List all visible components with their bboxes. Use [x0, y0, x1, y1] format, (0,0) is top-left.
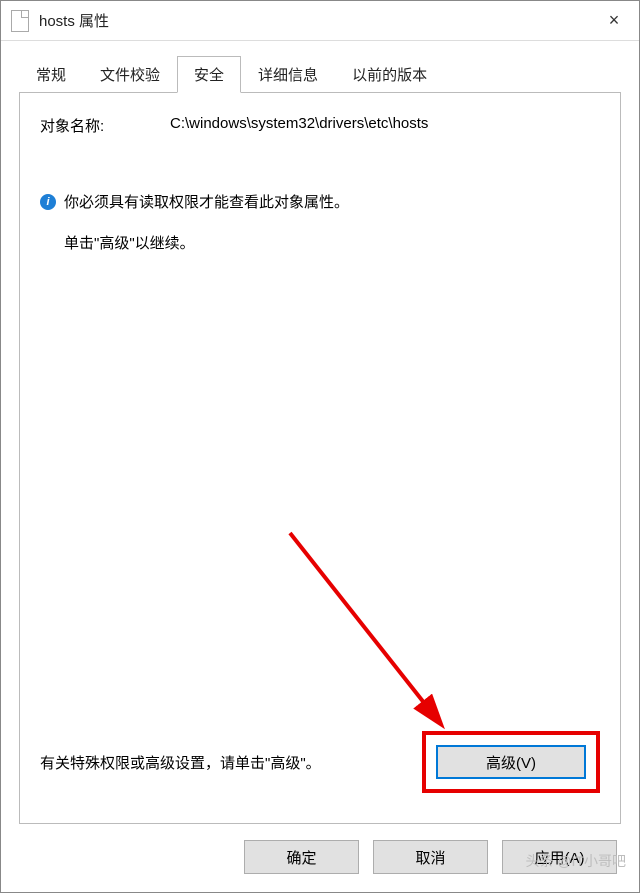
info-icon: i [40, 194, 56, 210]
window-title: hosts 属性 [39, 10, 589, 31]
tab-previous-versions[interactable]: 以前的版本 [335, 56, 444, 93]
cancel-button[interactable]: 取消 [373, 840, 488, 874]
annotation-arrow-icon [280, 523, 480, 753]
object-name-row: 对象名称: C:\windows\system32\drivers\etc\ho… [40, 115, 600, 136]
annotation-highlight-box: 高级(V) [422, 731, 600, 793]
tab-security[interactable]: 安全 [177, 56, 241, 93]
close-icon[interactable]: × [589, 1, 639, 41]
properties-dialog: hosts 属性 × 常规 文件校验 安全 详细信息 以前的版本 对象名称: C… [0, 0, 640, 893]
tabstrip: 常规 文件校验 安全 详细信息 以前的版本 [1, 41, 639, 92]
advanced-row: 有关特殊权限或高级设置，请单击"高级"。 高级(V) [40, 731, 600, 793]
permission-info-text: 你必须具有读取权限才能查看此对象属性。 [64, 191, 349, 212]
advanced-hint-text: 有关特殊权限或高级设置，请单击"高级"。 [40, 752, 321, 773]
tab-file-check[interactable]: 文件校验 [83, 56, 177, 93]
advanced-button[interactable]: 高级(V) [436, 745, 586, 779]
tab-content-security: 对象名称: C:\windows\system32\drivers\etc\ho… [19, 92, 621, 824]
ok-button[interactable]: 确定 [244, 840, 359, 874]
dialog-button-bar: 确定 取消 应用(A) [1, 824, 639, 892]
permission-info-row: i 你必须具有读取权限才能查看此对象属性。 [40, 191, 600, 212]
titlebar: hosts 属性 × [1, 1, 639, 41]
tab-general[interactable]: 常规 [19, 56, 83, 93]
object-name-value: C:\windows\system32\drivers\etc\hosts [170, 115, 428, 136]
tab-details[interactable]: 详细信息 [241, 56, 335, 93]
file-icon [11, 10, 29, 32]
permission-info-sub: 单击"高级"以继续。 [64, 232, 600, 253]
apply-button[interactable]: 应用(A) [502, 840, 617, 874]
object-name-label: 对象名称: [40, 115, 130, 136]
